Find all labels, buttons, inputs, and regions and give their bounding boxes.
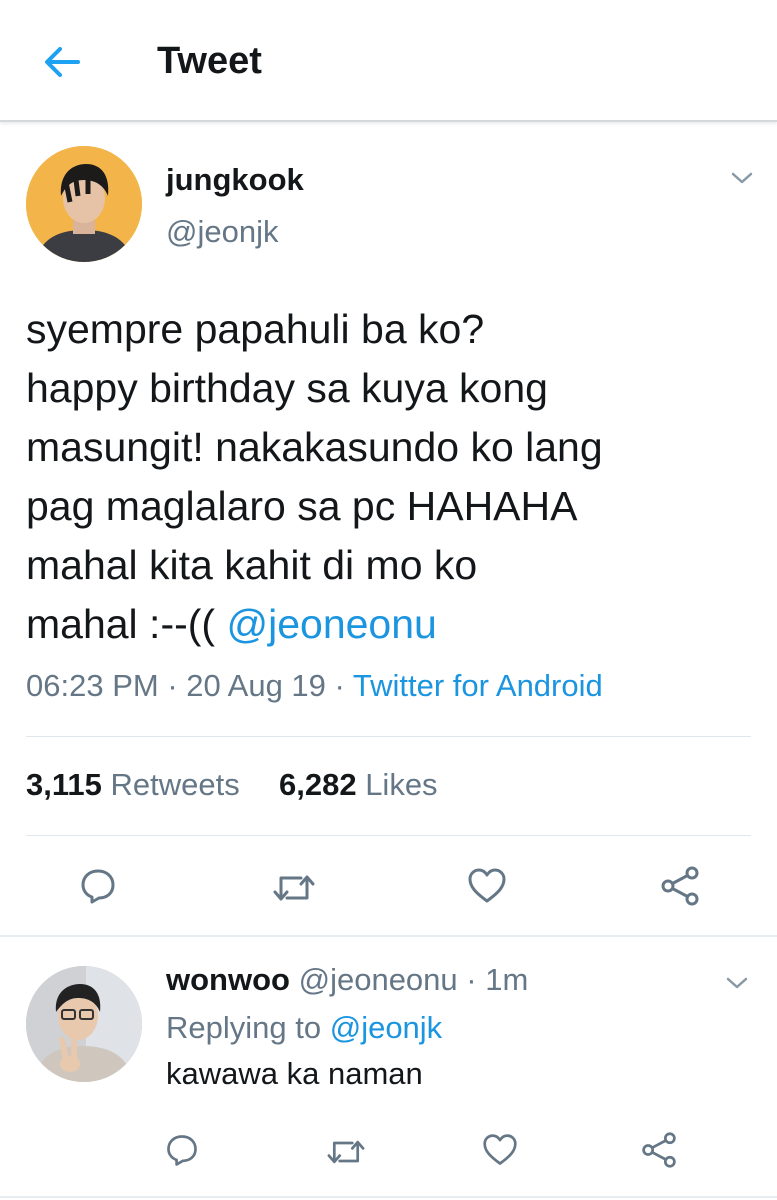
like-button[interactable] (465, 864, 509, 908)
replying-to-handle[interactable]: @jeonjk (330, 1010, 442, 1045)
reply-display-name[interactable]: wonwoo (166, 962, 290, 997)
section-divider (0, 935, 777, 937)
likes-stat[interactable]: 6,282 Likes (279, 767, 438, 802)
tweet-text-line: mahal kita kahit di mo ko (26, 542, 478, 588)
tweet-text-line: pag maglalaro sa pc HAHAHA (26, 483, 578, 529)
reply-retweet-button[interactable] (324, 1132, 368, 1172)
avatar-photo (26, 146, 142, 262)
reply-text: kawawa ka naman (166, 1056, 423, 1091)
reply-reply-button[interactable] (162, 1130, 202, 1170)
reply-header: wonwoo @jeoneonu · 1m (166, 962, 528, 998)
tweet-stats: 3,115 Retweets 6,282 Likes (26, 767, 438, 803)
chevron-down-icon (731, 172, 753, 184)
tweet-meta: 06:23 PM · 20 Aug 19 · Twitter for Andro… (26, 668, 603, 704)
reply-handle[interactable]: @jeoneonu (299, 962, 458, 997)
retweets-stat[interactable]: 3,115 Retweets (26, 767, 240, 802)
reply-menu-button[interactable] (725, 975, 749, 991)
tweet-text-line: masungit! nakakasundo ko lang (26, 424, 603, 470)
reply-time: 1m (485, 962, 529, 997)
reply-icon (81, 869, 115, 904)
meta-separator: · (325, 668, 353, 703)
tweet-text: syempre papahuli ba ko? happy birthday s… (26, 300, 746, 654)
retweet-icon (327, 1140, 365, 1164)
author-avatar[interactable] (26, 146, 142, 262)
share-button[interactable] (657, 864, 703, 908)
tweet-text-line: syempre papahuli ba ko? (26, 306, 485, 352)
likes-label: Likes (365, 767, 438, 802)
divider (26, 736, 751, 737)
author-handle[interactable]: @jeonjk (166, 214, 278, 250)
likes-count: 6,282 (278, 767, 357, 802)
reply-author-avatar[interactable] (26, 966, 142, 1082)
like-icon (483, 1134, 517, 1165)
tweet-menu-button[interactable] (730, 170, 754, 186)
like-icon (468, 868, 506, 903)
replying-to-label: Replying to (166, 1010, 322, 1045)
arrow-left-icon (45, 47, 80, 77)
meta-separator: · (457, 962, 486, 997)
section-divider (0, 1196, 777, 1198)
tweet-text-line: happy birthday sa kuya kong (26, 365, 548, 411)
retweet-icon (273, 875, 315, 901)
tweet-date: 20 Aug 19 (186, 668, 326, 703)
meta-separator: · (158, 668, 187, 703)
back-button[interactable] (40, 42, 84, 82)
reply-icon (167, 1135, 197, 1166)
tweet-text-line: mahal :--(( (26, 601, 216, 647)
share-icon (661, 866, 699, 906)
avatar-photo (26, 966, 142, 1082)
tweet-source-link[interactable]: Twitter for Android (353, 668, 603, 703)
divider (26, 835, 751, 836)
retweets-label: Retweets (110, 767, 240, 802)
page-title: Tweet (157, 40, 262, 82)
chevron-down-icon (726, 977, 748, 989)
replying-to: Replying to @jeonjk (166, 1010, 442, 1046)
reply-button[interactable] (76, 864, 120, 908)
reply-like-button[interactable] (480, 1130, 520, 1170)
author-display-name[interactable]: jungkook (166, 162, 304, 198)
retweet-button[interactable] (270, 866, 318, 910)
tweet-time: 06:23 PM (26, 668, 159, 703)
share-icon (642, 1132, 676, 1168)
top-bar: Tweet (0, 0, 777, 122)
tweet-mention-link[interactable]: @jeoneonu (226, 601, 436, 647)
reply-share-button[interactable] (638, 1130, 680, 1170)
retweets-count: 3,115 (26, 767, 102, 802)
